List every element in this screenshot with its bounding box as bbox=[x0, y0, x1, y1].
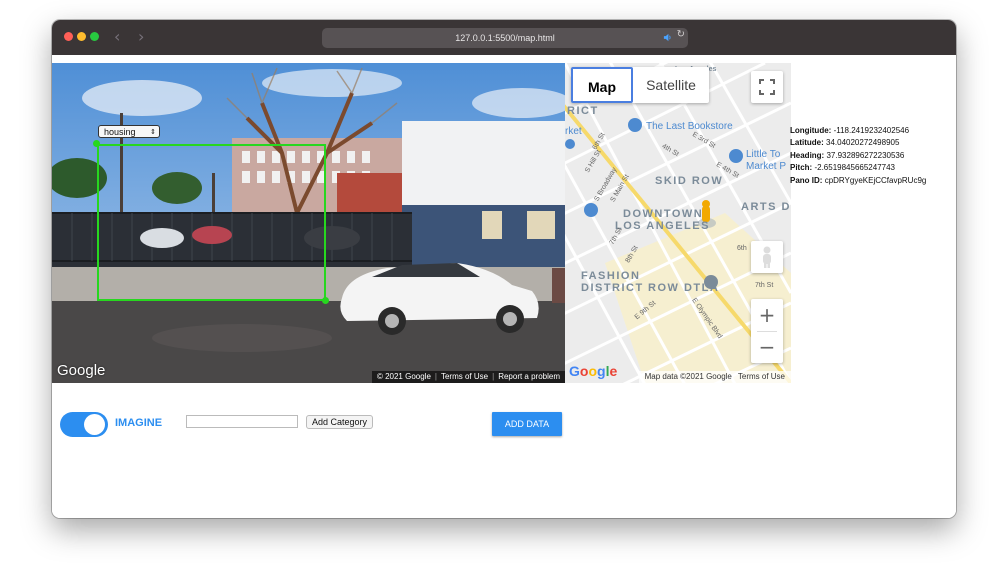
add-data-button[interactable]: ADD DATA bbox=[492, 412, 562, 436]
page-content: housing ⇕ Google © 2021 Google | Terms of … bbox=[52, 55, 956, 518]
poi-last-bookstore[interactable]: The Last Bookstore bbox=[646, 121, 733, 132]
area-label-los-angeles: LOS ANGELES bbox=[615, 220, 710, 232]
latitude-value: 34.04020272498905 bbox=[826, 138, 900, 148]
longitude-label: Longitude: bbox=[790, 126, 832, 135]
street-view-panorama[interactable]: housing ⇕ Google © 2021 Google | Terms of … bbox=[52, 63, 565, 383]
poi-little-tokyo[interactable]: Little To bbox=[746, 149, 780, 160]
area-label-rket: rket bbox=[565, 126, 582, 137]
map-type-toggle: Map Satellite bbox=[571, 67, 709, 103]
fullscreen-button[interactable] bbox=[751, 71, 783, 103]
address-url: 127.0.0.1:5500/map.html bbox=[455, 33, 555, 43]
area-label-downtown: DOWNTOWN bbox=[623, 208, 704, 220]
bbox-bottom-right-handle[interactable] bbox=[322, 297, 329, 304]
area-label-fashion: FASHION bbox=[581, 270, 641, 282]
map-footer: Map data ©2021 Google Terms of Use bbox=[638, 371, 791, 383]
zoom-out-button[interactable]: − bbox=[751, 331, 783, 363]
zoom-in-button[interactable]: + bbox=[751, 299, 783, 331]
browser-window: ‹ › 127.0.0.1:5500/map.html ↻ housing ⇕ … bbox=[52, 20, 956, 518]
area-label-arts: ARTS D bbox=[741, 201, 791, 213]
street-view-terms-link[interactable]: Terms of Use bbox=[441, 372, 488, 381]
zoom-control: + − bbox=[751, 299, 783, 363]
annotation-bounding-box[interactable] bbox=[97, 144, 326, 301]
pegman-icon bbox=[763, 246, 771, 268]
zoom-window-button[interactable] bbox=[90, 32, 99, 41]
map-type-satellite-button[interactable]: Satellite bbox=[633, 67, 709, 103]
street-e6th: 6th bbox=[737, 245, 747, 252]
google-logo[interactable]: Google bbox=[57, 362, 105, 379]
category-input[interactable] bbox=[186, 415, 298, 428]
add-category-button[interactable]: Add Category bbox=[306, 415, 373, 429]
imagine-label: IMAGINE bbox=[115, 417, 163, 429]
heading-label: Heading: bbox=[790, 150, 825, 160]
street-view-copyright: © 2021 Google bbox=[376, 372, 431, 381]
pegman-button[interactable] bbox=[751, 241, 783, 273]
minimize-window-button[interactable] bbox=[77, 32, 86, 41]
area-label-skid-row: SKID ROW bbox=[655, 175, 724, 187]
longitude-value: -118.2419232402546 bbox=[833, 126, 910, 135]
area-label-row-dtla: ROW DTLA bbox=[648, 282, 720, 294]
pitch-row: Pitch: -2.6519845665247743 bbox=[790, 162, 926, 174]
map-terms-link[interactable]: Terms of Use bbox=[738, 372, 785, 381]
select-caret-icon: ⇕ bbox=[150, 128, 156, 136]
forward-chevron-icon[interactable]: › bbox=[138, 27, 144, 46]
speaker-icon[interactable] bbox=[663, 33, 672, 42]
pano-id-label: Pano ID: bbox=[790, 175, 823, 185]
back-chevron-icon[interactable]: ‹ bbox=[114, 27, 120, 46]
pano-info-panel: Longitude: -118.2419232402546 Latitude: … bbox=[790, 125, 926, 187]
report-problem-link[interactable]: Report a problem bbox=[498, 372, 560, 381]
area-label-district: DISTRICT bbox=[581, 282, 644, 294]
street-view-footer: © 2021 Google | Terms of Use | Report a prob… bbox=[371, 371, 565, 383]
address-bar[interactable]: 127.0.0.1:5500/map.html ↻ bbox=[322, 28, 688, 48]
map-google-logo[interactable]: Google bbox=[569, 363, 617, 379]
pano-id-row: Pano ID: cpDRYgyeKEjCCfavpRUc9g bbox=[790, 175, 926, 187]
pitch-value: -2.6519845665247743 bbox=[814, 163, 895, 173]
map-data-attribution: Map data ©2021 Google bbox=[644, 372, 732, 381]
reload-icon[interactable]: ↻ bbox=[677, 29, 685, 40]
heading-value: 37.932896272230536 bbox=[826, 150, 905, 160]
map-type-map-button[interactable]: Map bbox=[571, 67, 633, 103]
area-label-rict: RICT bbox=[567, 105, 599, 117]
annotation-label-value: housing bbox=[104, 127, 136, 137]
annotation-label-select[interactable]: housing ⇕ bbox=[98, 125, 160, 138]
pitch-label: Pitch: bbox=[790, 163, 813, 173]
close-window-button[interactable] bbox=[64, 32, 73, 41]
browser-titlebar: ‹ › 127.0.0.1:5500/map.html ↻ bbox=[52, 20, 956, 55]
bbox-top-left-handle[interactable] bbox=[93, 140, 100, 147]
pano-id-value: cpDRYgyeKEjCCfavpRUc9g bbox=[824, 175, 927, 185]
heading-row: Heading: 37.932896272230536 bbox=[790, 150, 926, 162]
street-e7th: 7th St bbox=[755, 282, 774, 289]
longitude-row: Longitude: -118.2419232402546 bbox=[790, 125, 926, 137]
latitude-label: Latitude: bbox=[790, 138, 824, 148]
fullscreen-icon bbox=[759, 79, 775, 95]
imagine-toggle[interactable] bbox=[60, 412, 108, 437]
toggle-knob bbox=[84, 414, 105, 435]
latitude-row: Latitude: 34.04020272498905 bbox=[790, 137, 926, 149]
poi-little-tokyo-2[interactable]: Market P bbox=[746, 161, 786, 172]
map-panel[interactable]: Los Angeles RICT rket The Last Bookstore… bbox=[565, 63, 791, 383]
